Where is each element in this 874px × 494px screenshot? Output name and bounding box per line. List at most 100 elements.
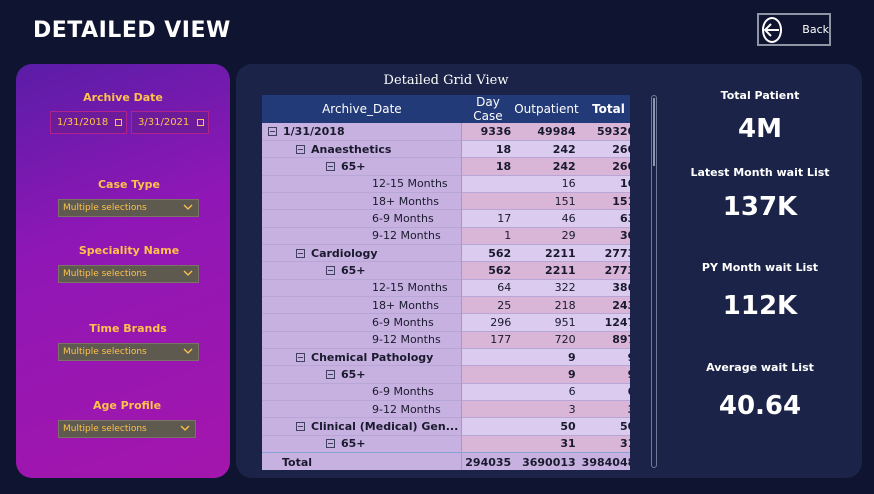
- row-label: 9-12 Months: [262, 331, 463, 349]
- matrix-table: Archive_Date Day Case Outpatient Total 1…: [262, 95, 630, 470]
- total-total: 3984048: [578, 452, 630, 470]
- collapse-icon[interactable]: [296, 248, 305, 258]
- total-patient-label: Total Patient: [720, 89, 800, 102]
- table-row: Cardiology 562 2211 2773: [262, 244, 630, 262]
- day-case-cell: [461, 383, 515, 401]
- total-cell: 9: [578, 348, 630, 366]
- back-button[interactable]: Back: [757, 13, 831, 46]
- page-title: DETAILED VIEW: [33, 18, 231, 43]
- table-row: 1/31/2018 9336 49984 59320: [262, 123, 630, 141]
- outpatient-cell: 720: [514, 331, 579, 349]
- row-label: 12-15 Months: [262, 175, 463, 193]
- scrollbar-thumb[interactable]: [653, 98, 655, 166]
- row-label: 18+ Months: [262, 296, 463, 314]
- total-cell: 30: [578, 227, 630, 245]
- column-header-day-case[interactable]: Day Case: [461, 95, 515, 123]
- day-case-cell: 18: [461, 157, 515, 176]
- collapse-icon[interactable]: [326, 161, 335, 171]
- table-row: 6-9 Months 296 951 1247: [262, 313, 630, 332]
- collapse-icon[interactable]: [296, 144, 305, 154]
- collapse-icon[interactable]: [326, 265, 335, 275]
- py-month-value: 112K: [722, 291, 798, 321]
- case-type-value: Multiple selections: [63, 203, 147, 213]
- day-case-cell: [461, 365, 515, 384]
- outpatient-cell: 2211: [514, 261, 579, 280]
- row-label: 12-15 Months: [262, 279, 463, 297]
- collapse-icon[interactable]: [296, 352, 305, 362]
- row-label: 6-9 Months: [262, 313, 463, 332]
- table-row: 6-9 Months 17 46 63: [262, 209, 630, 228]
- time-brands-dropdown[interactable]: Multiple selections: [58, 343, 199, 361]
- total-cell: 9: [578, 365, 630, 384]
- column-header-outpatient[interactable]: Outpatient: [514, 95, 579, 123]
- table-row: 12-15 Months 16 16: [262, 175, 630, 193]
- collapse-icon[interactable]: [268, 126, 277, 136]
- row-label: 6-9 Months: [262, 383, 463, 401]
- column-header-archive-date[interactable]: Archive_Date: [262, 95, 462, 123]
- day-case-cell: 562: [461, 244, 515, 262]
- outpatient-cell: 218: [514, 296, 579, 314]
- day-case-cell: [461, 175, 515, 193]
- case-type-dropdown[interactable]: Multiple selections: [58, 199, 199, 217]
- day-case-cell: 64: [461, 279, 515, 297]
- total-cell: 260: [578, 140, 630, 158]
- day-case-cell: 18: [461, 140, 515, 158]
- row-label: 65+: [262, 365, 463, 384]
- table-row: Anaesthetics 18 242 260: [262, 140, 630, 158]
- latest-month-value: 137K: [722, 192, 798, 222]
- row-label: 65+: [262, 157, 463, 176]
- outpatient-cell: 49984: [514, 123, 579, 141]
- speciality-dropdown[interactable]: Multiple selections: [58, 265, 199, 283]
- outpatient-cell: 9: [514, 365, 579, 384]
- average-value: 40.64: [718, 391, 802, 421]
- day-case-cell: 296: [461, 313, 515, 332]
- total-cell: 6: [578, 383, 630, 401]
- archive-date-label: Archive Date: [83, 91, 163, 104]
- time-brands-value: Multiple selections: [63, 347, 147, 357]
- table-row: 6-9 Months 6 6: [262, 383, 630, 401]
- detailed-grid[interactable]: Archive_Date Day Case Outpatient Total 1…: [262, 95, 630, 470]
- outpatient-cell: 29: [514, 227, 579, 245]
- table-row: 18+ Months 25 218 243: [262, 296, 630, 314]
- outpatient-cell: 50: [514, 417, 579, 436]
- collapse-icon[interactable]: [326, 439, 335, 449]
- end-date-input[interactable]: 3/31/2021: [131, 111, 209, 134]
- grid-scrollbar[interactable]: [651, 95, 657, 468]
- day-case-cell: 177: [461, 331, 515, 349]
- calendar-icon[interactable]: [197, 119, 204, 126]
- outpatient-cell: 6: [514, 383, 579, 401]
- end-date-value: 3/31/2021: [138, 117, 190, 128]
- start-date-input[interactable]: 1/31/2018: [50, 111, 127, 134]
- table-row: 9-12 Months 177 720 897: [262, 331, 630, 349]
- total-cell: 59320: [578, 123, 630, 141]
- row-label: 9-12 Months: [262, 227, 463, 245]
- collapse-icon[interactable]: [296, 422, 305, 432]
- day-case-cell: 25: [461, 296, 515, 314]
- row-label: 18+ Months: [262, 192, 463, 210]
- speciality-label: Speciality Name: [78, 244, 180, 257]
- row-label: Chemical Pathology: [262, 348, 463, 366]
- table-row: Clinical (Medical) Gen... 50 50: [262, 417, 630, 436]
- outpatient-cell: 31: [514, 435, 579, 453]
- total-cell: 1247: [578, 313, 630, 332]
- chevron-down-icon: [183, 203, 193, 214]
- table-row: 65+ 9 9: [262, 365, 630, 384]
- table-header-row: Archive_Date Day Case Outpatient Total: [262, 95, 630, 123]
- outpatient-cell: 951: [514, 313, 579, 332]
- day-case-cell: [461, 400, 515, 418]
- total-cell: 2773: [578, 244, 630, 262]
- start-date-value: 1/31/2018: [57, 117, 109, 128]
- chevron-down-icon: [183, 347, 193, 358]
- total-cell: 31: [578, 435, 630, 453]
- calendar-icon[interactable]: [115, 119, 122, 126]
- age-profile-dropdown[interactable]: Multiple selections: [58, 420, 196, 438]
- table-row: 12-15 Months 64 322 386: [262, 279, 630, 297]
- row-label: 1/31/2018: [262, 123, 463, 141]
- day-case-cell: [461, 348, 515, 366]
- day-case-cell: 1: [461, 227, 515, 245]
- outpatient-cell: 242: [514, 157, 579, 176]
- collapse-icon[interactable]: [326, 369, 335, 379]
- column-header-total[interactable]: Total: [578, 95, 630, 123]
- py-month-label: PY Month wait List: [701, 261, 819, 274]
- row-label: Cardiology: [262, 244, 463, 262]
